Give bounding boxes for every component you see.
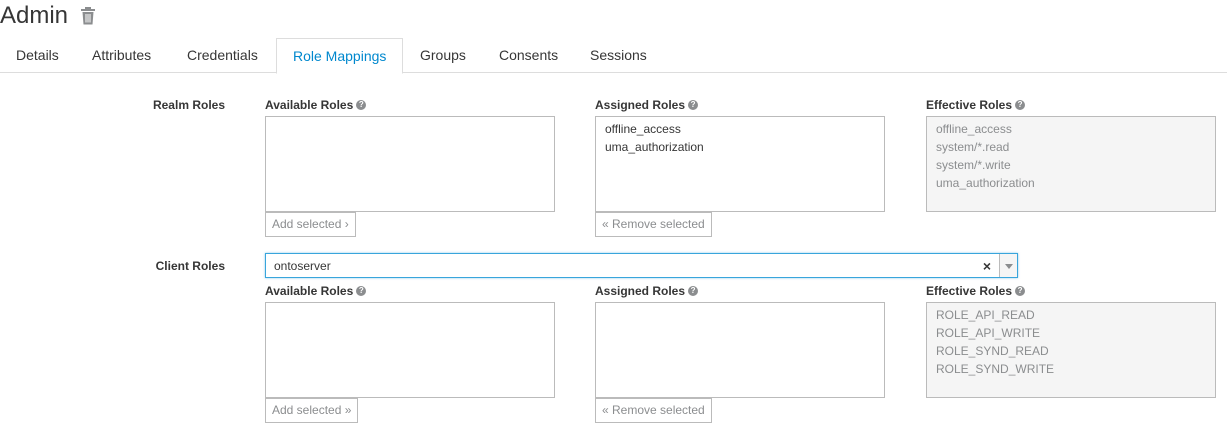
help-icon[interactable]: ? [1015, 286, 1026, 296]
help-icon[interactable]: ? [1015, 100, 1026, 110]
tab-credentials[interactable]: Credentials [171, 38, 274, 73]
realm-remove-selected-button[interactable]: « Remove selected [595, 212, 712, 237]
realm-assigned-roles-list[interactable]: offline_access uma_authorization [595, 116, 885, 212]
page-header: Admin [0, 0, 96, 32]
realm-add-selected-button[interactable]: Add selected › [265, 212, 356, 237]
list-item: ROLE_API_READ [936, 308, 1035, 322]
client-available-roles-list[interactable] [265, 302, 555, 398]
tab-details[interactable]: Details [0, 38, 75, 73]
help-icon[interactable]: ? [688, 286, 699, 296]
realm-effective-heading-text: Effective Roles [926, 98, 1013, 112]
list-item: uma_authorization [936, 176, 1035, 190]
client-assigned-heading-text: Assigned Roles [595, 284, 686, 298]
trash-icon[interactable] [80, 7, 96, 25]
realm-available-roles-list[interactable] [265, 116, 555, 212]
client-select-value: ontoserver [274, 259, 331, 273]
tab-bar: Details Attributes Credentials Role Mapp… [0, 38, 1227, 74]
client-available-heading-text: Available Roles [265, 284, 354, 298]
client-add-selected-button[interactable]: Add selected » [265, 398, 359, 423]
client-available-heading: Available Roles ? [265, 284, 367, 298]
realm-available-heading-text: Available Roles [265, 98, 354, 112]
chevron-down-icon[interactable] [999, 254, 1017, 277]
list-item: ROLE_API_WRITE [936, 326, 1041, 340]
client-roles-label: Client Roles [155, 259, 225, 273]
tab-role-mappings[interactable]: Role Mappings [276, 38, 404, 74]
help-icon[interactable]: ? [356, 100, 367, 110]
tab-groups[interactable]: Groups [404, 38, 482, 73]
page-title: Admin [0, 2, 69, 29]
realm-available-heading: Available Roles ? [265, 98, 367, 112]
client-effective-heading-text: Effective Roles [926, 284, 1013, 298]
tab-consents[interactable]: Consents [483, 38, 574, 73]
realm-assigned-heading: Assigned Roles ? [595, 98, 699, 112]
realm-effective-roles-list: offline_access system/*.read system/*.wr… [926, 116, 1216, 212]
clear-icon[interactable]: × [983, 254, 991, 279]
client-effective-heading: Effective Roles ? [926, 284, 1026, 298]
tab-attributes[interactable]: Attributes [76, 38, 167, 73]
client-select[interactable]: ontoserver × [265, 253, 1018, 278]
list-item: ROLE_SYND_WRITE [936, 362, 1055, 376]
list-item: system/*.read [936, 140, 1010, 154]
list-item[interactable]: uma_authorization [596, 138, 884, 156]
list-item: system/*.write [936, 158, 1011, 172]
tab-sessions[interactable]: Sessions [574, 38, 663, 73]
list-item[interactable]: offline_access [596, 120, 884, 138]
client-assigned-heading: Assigned Roles ? [595, 284, 699, 298]
list-item: ROLE_SYND_READ [936, 344, 1049, 358]
help-icon[interactable]: ? [356, 286, 367, 296]
realm-assigned-heading-text: Assigned Roles [595, 98, 686, 112]
client-remove-selected-button[interactable]: « Remove selected [595, 398, 712, 423]
list-item: offline_access [936, 122, 1012, 136]
realm-effective-heading: Effective Roles ? [926, 98, 1026, 112]
realm-roles-label: Realm Roles [152, 98, 225, 112]
client-assigned-roles-list[interactable] [595, 302, 885, 398]
client-effective-roles-list: ROLE_API_READ ROLE_API_WRITE ROLE_SYND_R… [926, 302, 1216, 398]
help-icon[interactable]: ? [688, 100, 699, 110]
